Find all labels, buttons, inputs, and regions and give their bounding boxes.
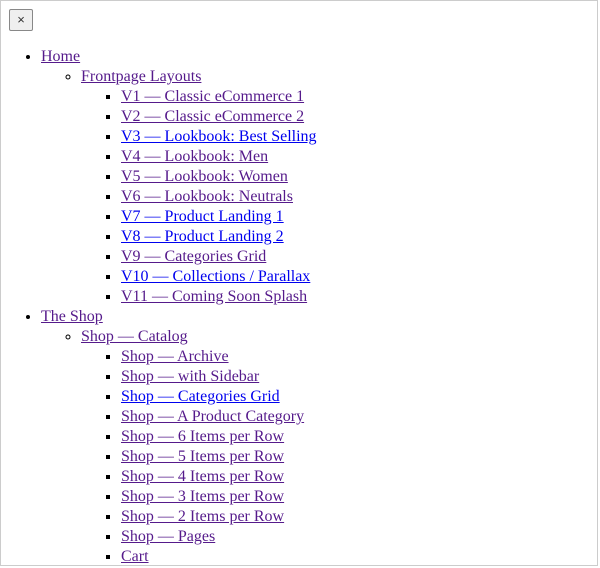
nav-item-shop-categories-grid: Shop — Categories Grid [121, 387, 597, 407]
nav-item-shop-2-items-per-row: Shop — 2 Items per Row [121, 507, 597, 527]
nav-item-frontpage-layouts: Frontpage Layouts V1 — Classic eCommerce … [81, 67, 597, 307]
nav-link-shop-3-items-per-row[interactable]: Shop — 3 Items per Row [121, 488, 284, 505]
nav-link-frontpage-layouts[interactable]: Frontpage Layouts [81, 68, 201, 85]
nav-link-shop-archive[interactable]: Shop — Archive [121, 348, 229, 365]
nav-link-v2-classic-ecommerce-2[interactable]: V2 — Classic eCommerce 2 [121, 108, 304, 125]
nav-link-shop-pages[interactable]: Shop — Pages [121, 528, 215, 545]
nav-link-cart[interactable]: Cart [121, 548, 149, 565]
nav-link-v8-product-landing-2[interactable]: V8 — Product Landing 2 [121, 228, 284, 245]
nav-item-v4-lookbook-men: V4 — Lookbook: Men [121, 147, 597, 167]
nav-link-home[interactable]: Home [41, 48, 80, 65]
nav-link-shop-6-items-per-row[interactable]: Shop — 6 Items per Row [121, 428, 284, 445]
nav-item-v11-coming-soon-splash: V11 — Coming Soon Splash [121, 287, 597, 307]
nav-item-shop-a-product-category: Shop — A Product Category [121, 407, 597, 427]
nav-item-v6-lookbook-neutrals: V6 — Lookbook: Neutrals [121, 187, 597, 207]
nav-submenu-shop-catalog: Shop — Archive Shop — with Sidebar Shop — … [81, 347, 597, 566]
nav-link-shop-4-items-per-row[interactable]: Shop — 4 Items per Row [121, 468, 284, 485]
nav-item-v3-lookbook-best-selling: V3 — Lookbook: Best Selling [121, 127, 597, 147]
nav-item-v9-categories-grid: V9 — Categories Grid [121, 247, 597, 267]
nav-submenu-frontpage-layouts: V1 — Classic eCommerce 1 V2 — Classic eCo… [81, 87, 597, 307]
nav-submenu-home: Frontpage Layouts V1 — Classic eCommerce … [41, 67, 597, 307]
nav-link-v9-categories-grid[interactable]: V9 — Categories Grid [121, 248, 266, 265]
nav-link-v3-lookbook-best-selling[interactable]: V3 — Lookbook: Best Selling [121, 128, 317, 145]
nav-item-shop-6-items-per-row: Shop — 6 Items per Row [121, 427, 597, 447]
nav-link-v7-product-landing-1[interactable]: V7 — Product Landing 1 [121, 208, 284, 225]
nav-item-v5-lookbook-women: V5 — Lookbook: Women [121, 167, 597, 187]
nav-item-home: HomeFrontpage Layouts V1 — Classic eComme… [41, 47, 597, 307]
nav-item-v8-product-landing-2: V8 — Product Landing 2 [121, 227, 597, 247]
nav-item-cart: Cart [121, 547, 597, 566]
nav-item-shop-4-items-per-row: Shop — 4 Items per Row [121, 467, 597, 487]
nav-link-shop-a-product-category[interactable]: Shop — A Product Category [121, 408, 304, 425]
nav-link-shop-catalog[interactable]: Shop — Catalog [81, 328, 188, 345]
nav-link-v11-coming-soon-splash[interactable]: V11 — Coming Soon Splash [121, 288, 307, 305]
menu-panel: × HomeFrontpage Layouts V1 — Classic eCom… [0, 0, 598, 566]
nav-menu: HomeFrontpage Layouts V1 — Classic eComme… [1, 47, 597, 566]
nav-item-shop-with-sidebar: Shop — with Sidebar [121, 367, 597, 387]
nav-link-the-shop[interactable]: The Shop [41, 308, 103, 325]
nav-item-v1-classic-ecommerce-1: V1 — Classic eCommerce 1 [121, 87, 597, 107]
nav-item-shop-pages: Shop — Pages [121, 527, 597, 547]
nav-item-shop-archive: Shop — Archive [121, 347, 597, 367]
nav-item-shop-catalog: Shop — Catalog Shop — Archive Shop — with … [81, 327, 597, 566]
nav-item-shop-5-items-per-row: Shop — 5 Items per Row [121, 447, 597, 467]
nav-link-v1-classic-ecommerce-1[interactable]: V1 — Classic eCommerce 1 [121, 88, 304, 105]
nav-item-v2-classic-ecommerce-2: V2 — Classic eCommerce 2 [121, 107, 597, 127]
nav-item-the-shop: The ShopShop — CatalogShop — ArchiveShop… [41, 307, 597, 566]
nav-item-shop-3-items-per-row: Shop — 3 Items per Row [121, 487, 597, 507]
nav-link-shop-2-items-per-row[interactable]: Shop — 2 Items per Row [121, 508, 284, 525]
nav-link-v10-collections-parallax[interactable]: V10 — Collections / Parallax [121, 268, 310, 285]
nav-item-v7-product-landing-1: V7 — Product Landing 1 [121, 207, 597, 227]
nav-submenu-the-shop: Shop — Catalog Shop — Archive Shop — with … [41, 327, 597, 566]
nav-link-v6-lookbook-neutrals[interactable]: V6 — Lookbook: Neutrals [121, 188, 293, 205]
nav-link-shop-categories-grid[interactable]: Shop — Categories Grid [121, 388, 280, 405]
nav-link-v4-lookbook-men[interactable]: V4 — Lookbook: Men [121, 148, 268, 165]
nav-item-v10-collections-parallax: V10 — Collections / Parallax [121, 267, 597, 287]
close-button[interactable]: × [9, 9, 33, 31]
nav-link-shop-with-sidebar[interactable]: Shop — with Sidebar [121, 368, 259, 385]
nav-link-v5-lookbook-women[interactable]: V5 — Lookbook: Women [121, 168, 288, 185]
nav-link-shop-5-items-per-row[interactable]: Shop — 5 Items per Row [121, 448, 284, 465]
